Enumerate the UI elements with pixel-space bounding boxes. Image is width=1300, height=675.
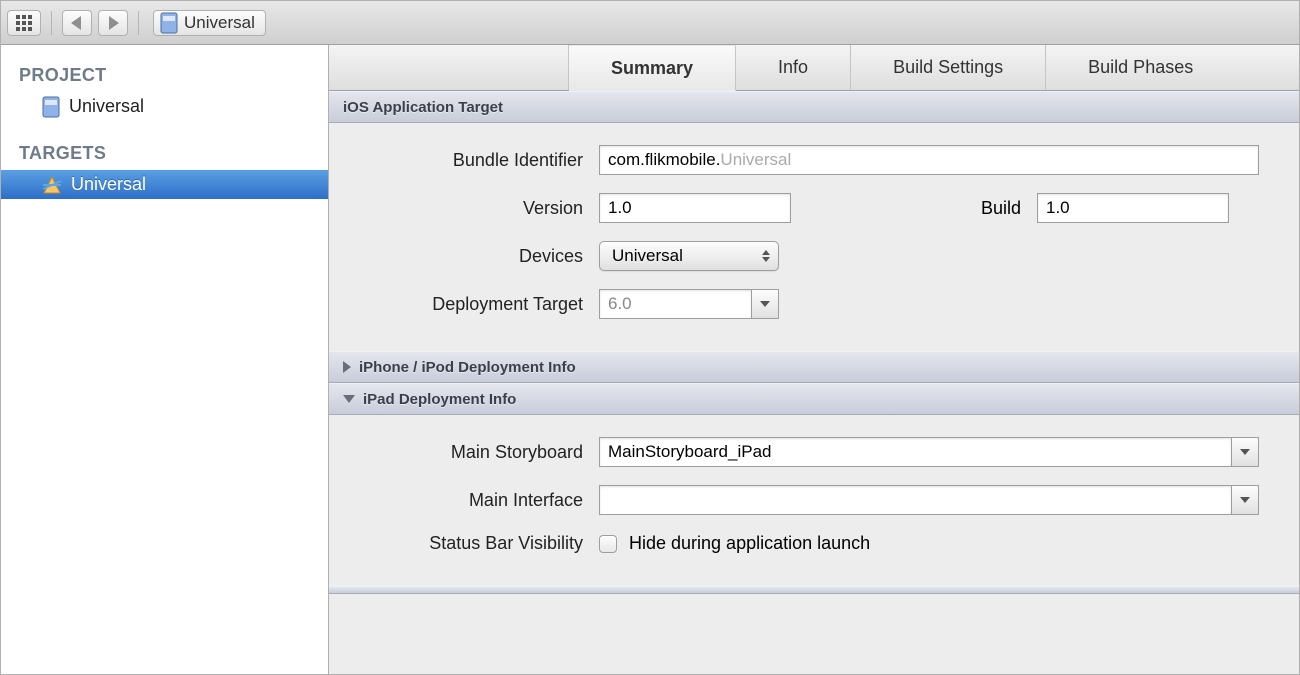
bundle-identifier-prefix: com.flikmobile. [608, 150, 720, 170]
section-title: iOS Application Target [343, 99, 503, 116]
target-item-label: Universal [71, 174, 146, 195]
target-item[interactable]: Universal [1, 170, 328, 199]
tab-strip: Summary Info Build Settings Build Phases [329, 45, 1299, 91]
content-area: Summary Info Build Settings Build Phases… [329, 45, 1299, 674]
target-app-icon [41, 175, 63, 195]
version-field[interactable] [599, 193, 791, 223]
build-field[interactable] [1037, 193, 1229, 223]
breadcrumb[interactable]: Universal [153, 10, 266, 36]
section-divider [329, 586, 1299, 594]
project-item-label: Universal [69, 96, 144, 117]
tab-spacer [329, 45, 569, 90]
main-storyboard-label: Main Storyboard [357, 442, 583, 463]
devices-label: Devices [357, 246, 583, 267]
ipad-deployment-form: Main Storyboard Main Interface Status Ba… [329, 415, 1299, 586]
status-bar-checkbox-label: Hide during application launch [629, 533, 870, 554]
version-label: Version [357, 198, 583, 219]
ios-target-form: Bundle Identifier com.flikmobile.Univers… [329, 123, 1299, 351]
tab-build-settings[interactable]: Build Settings [851, 45, 1046, 90]
status-bar-checkbox[interactable] [599, 535, 617, 553]
section-title: iPad Deployment Info [363, 391, 516, 408]
divider [138, 11, 139, 35]
sidebar-group-targets: TARGETS [1, 135, 328, 170]
section-ipad-deployment[interactable]: iPad Deployment Info [329, 383, 1299, 415]
main-storyboard-combo[interactable] [599, 437, 1259, 467]
main-storyboard-drop-button[interactable] [1231, 437, 1259, 467]
main-interface-label: Main Interface [357, 490, 583, 511]
deployment-target-field[interactable] [599, 289, 751, 319]
section-title: iPhone / iPod Deployment Info [359, 359, 576, 376]
chevron-down-icon [1240, 449, 1250, 455]
divider [51, 11, 52, 35]
sidebar: PROJECT Universal TARGETS Universal [1, 45, 329, 674]
deployment-target-label: Deployment Target [357, 294, 583, 315]
bundle-identifier-label: Bundle Identifier [357, 150, 583, 171]
tab-build-phases[interactable]: Build Phases [1046, 45, 1235, 90]
sidebar-group-project: PROJECT [1, 57, 328, 92]
updown-icon [762, 250, 770, 262]
deployment-target-drop-button[interactable] [751, 289, 779, 319]
main-interface-drop-button[interactable] [1231, 485, 1259, 515]
build-label: Build [961, 198, 1021, 219]
breadcrumb-title: Universal [184, 13, 255, 33]
main-storyboard-field[interactable] [599, 437, 1231, 467]
main-interface-combo[interactable] [599, 485, 1259, 515]
arrow-right-icon [107, 16, 119, 30]
chevron-down-icon [760, 301, 770, 307]
devices-value: Universal [612, 246, 683, 266]
related-items-button[interactable] [7, 10, 41, 36]
project-icon [160, 12, 178, 34]
grid-icon [16, 15, 32, 31]
toolbar: Universal [1, 1, 1299, 45]
tab-summary[interactable]: Summary [569, 45, 736, 91]
disclosure-right-icon [343, 361, 351, 373]
disclosure-down-icon [343, 395, 355, 403]
nav-back-button[interactable] [62, 10, 92, 36]
bundle-identifier-field[interactable]: com.flikmobile.Universal [599, 145, 1259, 175]
status-bar-visibility-label: Status Bar Visibility [357, 533, 583, 554]
project-icon [41, 97, 61, 117]
arrow-left-icon [71, 16, 83, 30]
main-interface-field[interactable] [599, 485, 1231, 515]
deployment-target-combo[interactable] [599, 289, 779, 319]
tab-info[interactable]: Info [736, 45, 851, 90]
bundle-identifier-suffix: Universal [720, 150, 791, 170]
devices-select[interactable]: Universal [599, 241, 779, 271]
nav-forward-button[interactable] [98, 10, 128, 36]
chevron-down-icon [1240, 497, 1250, 503]
section-ios-application-target[interactable]: iOS Application Target [329, 91, 1299, 123]
section-iphone-ipod-deployment[interactable]: iPhone / iPod Deployment Info [329, 351, 1299, 383]
project-item[interactable]: Universal [1, 92, 328, 121]
